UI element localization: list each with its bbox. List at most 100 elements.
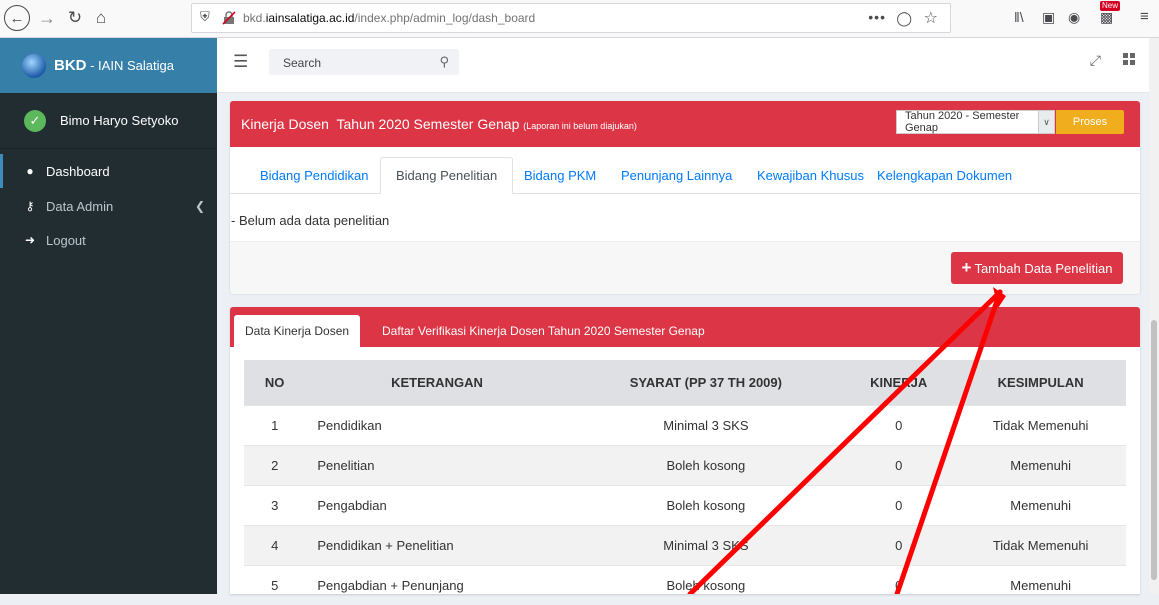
tracking-shield-icon[interactable]: ⛨	[200, 9, 210, 25]
tab-kelengkapan-dokumen[interactable]: Kelengkapan Dokumen	[862, 157, 1027, 193]
chevron-down-icon[interactable]: ∨	[1038, 111, 1054, 133]
tab-penunjang-lainnya[interactable]: Penunjang Lainnya	[606, 157, 747, 193]
sidebar: BKD - IAIN Salatiga ✓ Bimo Haryo Setyoko…	[0, 38, 217, 594]
empty-message: - Belum ada data penelitian	[231, 213, 389, 228]
tab-bidang-pendidikan[interactable]: Bidang Pendidikan	[245, 157, 383, 193]
panel-title-note: (Laporan ini belum diajukan)	[523, 121, 637, 131]
panel-title: Kinerja Dosen Tahun 2020 Semester Genap …	[241, 116, 637, 132]
cell-kesimpulan: Memenuhi	[955, 446, 1126, 486]
cell-keterangan: Pendidikan + Penelitian	[305, 526, 569, 566]
dashboard-icon: ●	[23, 164, 37, 178]
cell-syarat: Boleh kosong	[570, 486, 843, 526]
table-row: 5 Pengabdian + Penunjang Boleh kosong 0 …	[244, 566, 1126, 605]
plus-icon: +	[962, 258, 972, 278]
address-bar[interactable]: ⛨ bkd.iainsalatiga.ac.id/index.php/admin…	[191, 3, 951, 33]
column-header-kinerja: KINERJA	[842, 360, 955, 406]
cell-no: 4	[244, 526, 305, 566]
sign-out-icon: ➜	[23, 233, 37, 247]
back-icon[interactable]: ←	[4, 5, 30, 31]
proses-button[interactable]: Proses	[1056, 110, 1124, 134]
period-select-value: Tahun 2020 - Semester Genap	[905, 110, 1054, 134]
table-row: 3 Pengabdian Boleh kosong 0 Memenuhi	[244, 486, 1126, 526]
brand-logo[interactable]: BKD - IAIN Salatiga	[0, 38, 217, 93]
url-host: iainsalatiga.ac.id	[266, 11, 355, 25]
apps-grid-icon[interactable]	[1123, 53, 1135, 65]
page-actions-more-icon[interactable]: •••	[868, 9, 886, 25]
cell-keterangan: Pengabdian	[305, 486, 569, 526]
pocket-icon[interactable]: ◯	[896, 10, 912, 27]
url-prefix: bkd.	[243, 11, 266, 25]
cell-kesimpulan: Memenuhi	[955, 486, 1126, 526]
online-check-icon: ✓	[24, 110, 46, 132]
cell-syarat: Boleh kosong	[570, 566, 843, 605]
bookmark-star-icon[interactable]: ☆	[924, 8, 938, 28]
table-row: 1 Pendidikan Minimal 3 SKS 0 Tidak Memen…	[244, 406, 1126, 446]
cell-syarat: Minimal 3 SKS	[570, 526, 843, 566]
reload-icon[interactable]: ↻	[62, 5, 88, 31]
add-penelitian-button[interactable]: + Tambah Data Penelitian	[951, 252, 1123, 284]
period-select[interactable]: Tahun 2020 - Semester Genap ∨	[896, 110, 1055, 134]
url-path: /index.php/admin_log/dash_board	[354, 11, 535, 25]
fullscreen-icon[interactable]: ⤢	[1090, 52, 1101, 69]
cell-syarat: Minimal 3 SKS	[570, 406, 843, 446]
browser-toolbar: ← → ↻ ⌂ ⛨ bkd.iainsalatiga.ac.id/index.p…	[0, 0, 1159, 38]
column-header-kesimpulan: KESIMPULAN	[955, 360, 1126, 406]
kinerja-panel: Kinerja Dosen Tahun 2020 Semester Genap …	[230, 101, 1140, 293]
forward-icon[interactable]: →	[34, 5, 60, 31]
tab-daftar-verifikasi[interactable]: Daftar Verifikasi Kinerja Dosen Tahun 20…	[371, 315, 716, 347]
top-navbar: ☰ ⚲ ⤢	[217, 38, 1149, 93]
cell-kinerja: 0	[842, 526, 955, 566]
tab-data-kinerja-dosen[interactable]: Data Kinerja Dosen	[234, 315, 360, 347]
sidebar-item-label: Dashboard	[46, 164, 110, 179]
search-box[interactable]: ⚲	[269, 49, 459, 75]
cell-no: 3	[244, 486, 305, 526]
sidebar-item-data-admin[interactable]: ⚷ Data Admin ❮	[0, 189, 217, 223]
user-name: Bimo Haryo Setyoko	[60, 113, 179, 128]
menu-icon[interactable]: ≡	[1140, 8, 1149, 25]
sidebar-item-dashboard[interactable]: ● Dashboard	[0, 154, 217, 188]
search-input[interactable]	[269, 49, 435, 77]
url-text[interactable]: bkd.iainsalatiga.ac.id/index.php/admin_l…	[243, 11, 535, 25]
brand-text: BKD - IAIN Salatiga	[54, 57, 174, 74]
globe-logo-icon	[22, 54, 46, 78]
tab-bidang-penelitian[interactable]: Bidang Penelitian	[380, 157, 513, 194]
cell-kinerja: 0	[842, 406, 955, 446]
key-icon: ⚷	[23, 199, 37, 213]
sidebar-item-logout[interactable]: ➜ Logout	[0, 223, 217, 257]
hamburger-menu-icon[interactable]: ☰	[233, 52, 248, 72]
bidang-tabs: Bidang Pendidikan Bidang Penelitian Bida…	[230, 147, 1140, 194]
scrollbar-thumb[interactable]	[1151, 320, 1157, 580]
cell-no: 2	[244, 446, 305, 486]
whats-new-icon[interactable]: ▩	[1100, 9, 1113, 26]
tab-bidang-pkm[interactable]: Bidang PKM	[509, 157, 611, 193]
brand-bold: BKD	[54, 57, 87, 74]
panel-header: Kinerja Dosen Tahun 2020 Semester Genap …	[230, 101, 1140, 147]
brand-subtitle: - IAIN Salatiga	[87, 58, 174, 73]
insecure-lock-icon[interactable]	[222, 11, 236, 25]
panel-footer: + Tambah Data Penelitian	[230, 241, 1140, 294]
table-row: 2 Penelitian Boleh kosong 0 Memenuhi	[244, 446, 1126, 486]
column-header-syarat: SYARAT (PP 37 TH 2009)	[570, 360, 843, 406]
library-icon[interactable]: ‖\	[1014, 9, 1024, 25]
cell-keterangan: Penelitian	[305, 446, 569, 486]
cell-keterangan: Pendidikan	[305, 406, 569, 446]
tab-kewajiban-khusus[interactable]: Kewajiban Khusus	[742, 157, 879, 193]
cell-kesimpulan: Tidak Memenuhi	[955, 526, 1126, 566]
user-panel: ✓ Bimo Haryo Setyoko	[0, 93, 217, 149]
panel-title-text: Kinerja Dosen Tahun 2020 Semester Genap	[241, 116, 519, 132]
kinerja-table: NO KETERANGAN SYARAT (PP 37 TH 2009) KIN…	[244, 360, 1126, 605]
search-icon[interactable]: ⚲	[439, 54, 449, 70]
cell-kesimpulan: Memenuhi	[955, 566, 1126, 605]
chevron-left-icon: ❮	[195, 199, 205, 213]
column-header-no: NO	[244, 360, 305, 406]
home-icon[interactable]: ⌂	[88, 5, 114, 31]
table-header-row: NO KETERANGAN SYARAT (PP 37 TH 2009) KIN…	[244, 360, 1126, 406]
cell-syarat: Boleh kosong	[570, 446, 843, 486]
cell-no: 1	[244, 406, 305, 446]
account-icon[interactable]: ◉	[1068, 9, 1080, 26]
column-header-keterangan: KETERANGAN	[305, 360, 569, 406]
cell-no: 5	[244, 566, 305, 605]
sidebar-toggle-icon[interactable]: ▣	[1042, 9, 1055, 26]
cell-kinerja: 0	[842, 566, 955, 605]
new-badge: New	[1100, 1, 1120, 11]
